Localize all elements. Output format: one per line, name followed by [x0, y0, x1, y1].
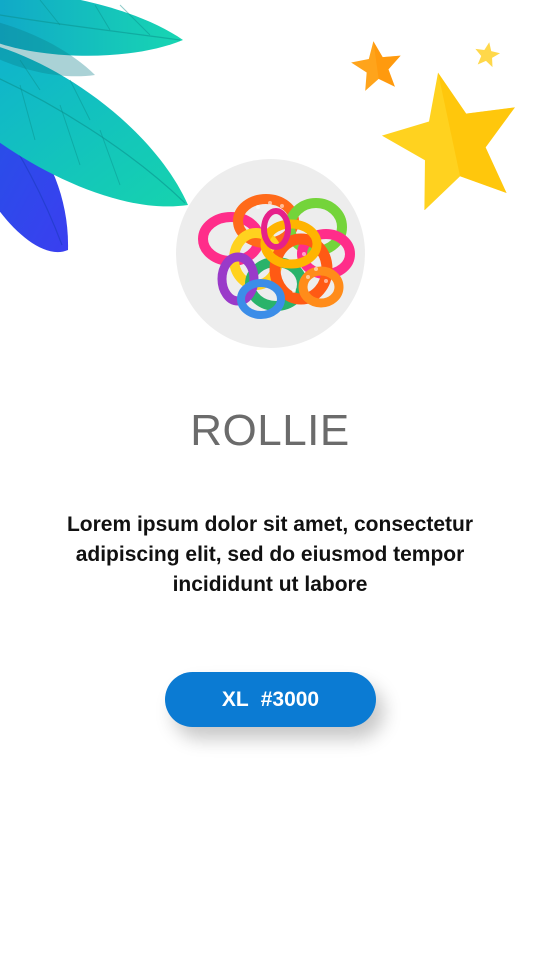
product-image	[176, 159, 365, 348]
stars-icon	[351, 41, 515, 210]
size-label: XL	[221, 687, 249, 711]
product-screen: ROLLIE Lorem ipsum dolor sit amet, conse…	[0, 0, 540, 960]
leaves-icon	[0, 0, 188, 252]
baby-rings-toy-icon	[198, 194, 355, 319]
price-button[interactable]: XL #3000	[165, 672, 376, 727]
product-description: Lorem ipsum dolor sit amet, consectetur …	[66, 513, 474, 596]
price-label: #3000	[260, 687, 320, 711]
product-title: ROLLIE	[190, 406, 350, 455]
